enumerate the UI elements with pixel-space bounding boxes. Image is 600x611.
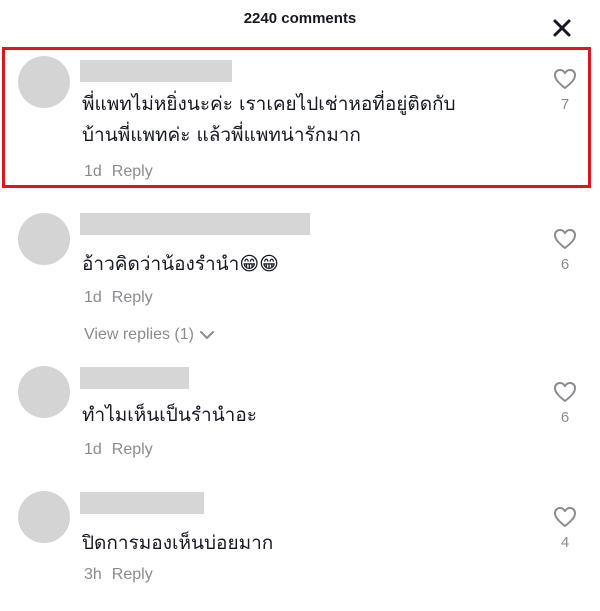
reply-button[interactable]: Reply bbox=[112, 289, 153, 306]
comment-meta: 1d Reply bbox=[84, 441, 153, 459]
comment-time: 1d bbox=[84, 441, 102, 458]
like-count: 4 bbox=[560, 534, 570, 551]
chevron-down-icon[interactable] bbox=[199, 330, 215, 340]
like-count: 6 bbox=[560, 409, 570, 426]
like-button[interactable]: 6 bbox=[552, 228, 578, 273]
username-redacted[interactable] bbox=[80, 492, 204, 514]
comment-time: 3h bbox=[84, 566, 102, 583]
avatar[interactable] bbox=[18, 213, 70, 265]
comment-time: 1d bbox=[84, 289, 102, 306]
comment-text-line: ปิดการมองเห็นบ่อยมาก bbox=[82, 532, 274, 554]
username-redacted[interactable] bbox=[80, 60, 232, 82]
comment-text-line: ทำไมเห็นเป็นรำนำอะ bbox=[82, 404, 257, 426]
close-button[interactable] bbox=[549, 15, 575, 41]
reply-button[interactable]: Reply bbox=[112, 441, 153, 458]
close-icon[interactable] bbox=[549, 15, 575, 41]
heart-outline-icon[interactable] bbox=[553, 506, 577, 528]
like-count: 6 bbox=[560, 256, 570, 273]
like-count: 7 bbox=[560, 96, 570, 113]
comment-meta: 3h Reply bbox=[84, 566, 153, 584]
like-button[interactable]: 6 bbox=[552, 381, 578, 426]
comment-text: พี่แพทไม่หยิ่งนะค่ะ เราเคยไปเช่าหอที่อยู… bbox=[82, 89, 456, 151]
like-button[interactable]: 4 bbox=[552, 506, 578, 551]
comment-text: ปิดการมองเห็นบ่อยมาก bbox=[82, 528, 273, 559]
comment-time: 1d bbox=[84, 163, 102, 180]
comment-text: อ้าวคิดว่าน้องรำนำ😁😁 bbox=[82, 249, 279, 280]
username-redacted[interactable] bbox=[80, 367, 189, 389]
comment-text-line: อ้าวคิดว่าน้องรำนำ😁😁 bbox=[82, 253, 279, 275]
reply-button[interactable]: Reply bbox=[112, 566, 153, 583]
comments-header: 2240 comments bbox=[0, 0, 600, 42]
heart-outline-icon[interactable] bbox=[553, 228, 577, 250]
like-button[interactable]: 7 bbox=[552, 68, 578, 113]
heart-outline-icon[interactable] bbox=[553, 381, 577, 403]
comment-meta: 1d Reply bbox=[84, 163, 153, 181]
avatar[interactable] bbox=[18, 366, 70, 418]
avatar[interactable] bbox=[18, 491, 70, 543]
username-redacted[interactable] bbox=[80, 213, 310, 235]
avatar[interactable] bbox=[18, 56, 70, 108]
comment-text: ทำไมเห็นเป็นรำนำอะ bbox=[82, 400, 257, 431]
comment-text-line: พี่แพทไม่หยิ่งนะค่ะ เราเคยไปเช่าหอที่อยู… bbox=[82, 93, 456, 115]
comments-count-title: 2240 comments bbox=[243, 10, 357, 27]
view-replies-label[interactable]: View replies (1) bbox=[84, 326, 194, 344]
comment-text-line: บ้านพี่แพทค่ะ แล้วพี่แพทน่ารักมาก bbox=[82, 124, 361, 146]
reply-button[interactable]: Reply bbox=[112, 163, 153, 180]
heart-outline-icon[interactable] bbox=[553, 68, 577, 90]
view-replies-button[interactable]: View replies (1) bbox=[84, 326, 215, 344]
comment-meta: 1d Reply bbox=[84, 289, 153, 307]
